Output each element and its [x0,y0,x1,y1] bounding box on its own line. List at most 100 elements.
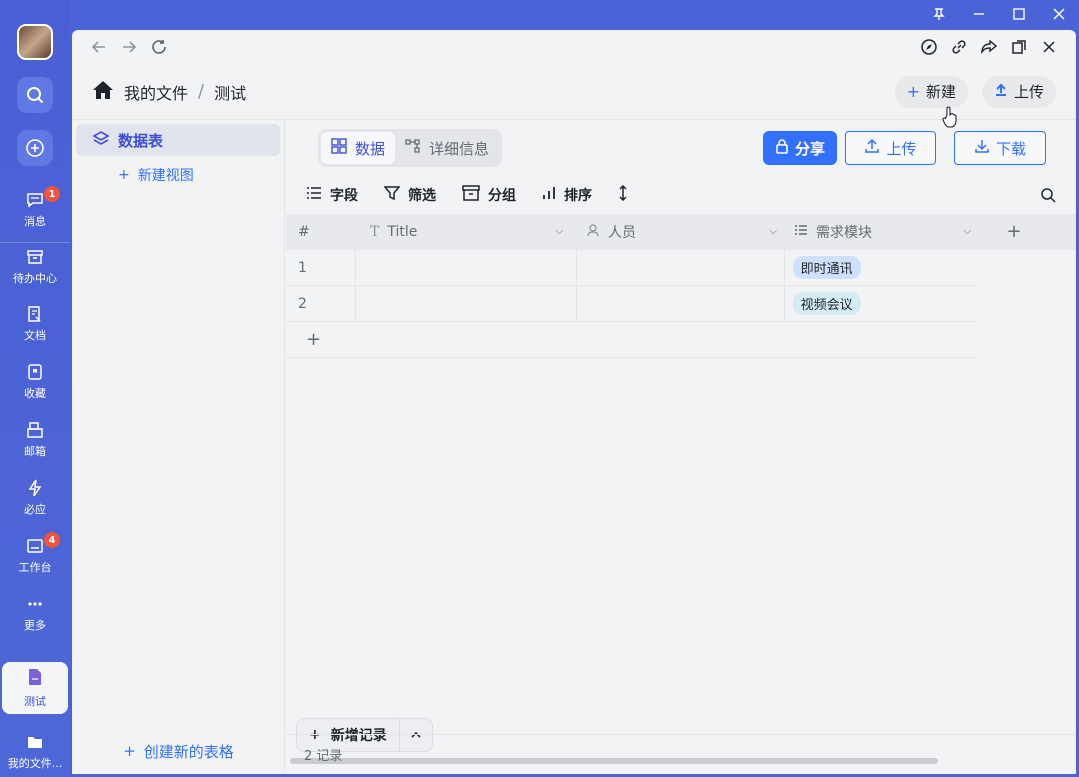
share-arrow-icon[interactable] [974,32,1004,62]
status-footer: 2 记录 [286,734,1076,774]
rail-item-active-file[interactable]: 测试 [2,662,68,714]
layers-icon [92,130,110,150]
chevron-down-icon[interactable]: ⌵ [769,226,777,237]
rail-label: 待办中心 [13,271,57,285]
new-button[interactable]: + 新建 [894,75,968,108]
refresh-icon[interactable] [144,32,174,62]
group-label: 分组 [488,188,516,204]
chevron-down-icon[interactable]: ⌵ [555,226,563,237]
tab-data[interactable]: 数据 [321,132,396,164]
upload-icon [994,83,1008,101]
search-icon[interactable] [17,77,53,113]
plus-icon: + [906,82,920,101]
fields-button[interactable]: 字段 [306,185,358,205]
cell-title[interactable] [356,250,578,285]
rail-label: 工作台 [18,560,52,574]
page-header: 我的文件 / 测试 + 新建 上传 [72,64,1076,120]
grid-toolbar: 字段 筛选 分组 排序 [286,176,1076,214]
add-circle-icon[interactable] [17,130,53,166]
new-view-link[interactable]: + 新建视图 [72,160,284,190]
rail-item-more[interactable]: 更多 [0,588,70,638]
rail-item-messages[interactable]: 消息 1 [0,184,70,234]
bookmark-icon [25,362,45,382]
lock-icon [775,138,789,158]
cell-module[interactable]: 即时通讯 [785,250,978,285]
minimize-icon[interactable] [959,0,999,28]
rail-label: 消息 [24,214,46,228]
rail-item-todo[interactable]: 待办中心 [0,241,70,291]
nav-bar [72,30,1076,64]
multi-select-icon [794,224,808,240]
breadcrumb-current: 测试 [214,83,247,103]
pin-icon[interactable] [919,0,959,28]
download-button[interactable]: 下载 [954,131,1046,165]
row-index: 2 [286,286,356,321]
header-person[interactable]: 人员 ⌵ [578,214,786,249]
back-arrow-icon[interactable] [84,32,114,62]
rail-label: 收藏 [24,386,46,400]
header-module[interactable]: 需求模块 ⌵ [786,214,980,249]
cell-person[interactable] [577,250,785,285]
group-button[interactable]: 分组 [462,185,516,205]
breadcrumb-my-files[interactable]: 我的文件 [124,80,188,104]
sidebar-item-datatable[interactable]: 数据表 [76,124,280,156]
cell-person[interactable] [577,286,785,321]
home-icon[interactable] [92,80,114,104]
maximize-icon[interactable] [999,0,1039,28]
record-count: 2 记录 [304,749,343,764]
filter-button[interactable]: 筛选 [383,185,436,205]
rail-item-workbench[interactable]: 工作台 4 [0,530,70,580]
filter-icon [383,185,401,205]
view-tabs: 数据 详细信息 [318,129,503,167]
rail-item-bing[interactable]: 必应 [0,472,70,522]
rail-item-docs[interactable]: 文档 [0,298,70,348]
close-window-icon[interactable] [1039,0,1079,28]
fields-label: 字段 [330,188,358,204]
header-label: 需求模块 [816,224,872,241]
list-icon [306,186,322,204]
link-icon[interactable] [944,32,974,62]
data-grid: # T Title ⌵ 人员 ⌵ 需求模块 ⌵ + 1 即时通讯 2 视频会议 … [286,214,1076,358]
table-row[interactable]: 1 即时通讯 [286,250,978,286]
rail-label: 邮箱 [24,444,46,458]
add-column-button[interactable]: + [980,214,1048,249]
window-controls [919,0,1079,28]
tab-label: 详细信息 [429,139,490,158]
rail-item-my-files[interactable]: 我的文件... [0,726,70,776]
rail-item-favorites[interactable]: 收藏 [0,356,70,406]
grid-icon [331,138,347,158]
cell-title[interactable] [356,286,578,321]
lightning-icon [25,478,45,498]
share-button[interactable]: 分享 [762,131,837,165]
sort-label: 排序 [564,188,592,204]
download-icon [974,138,990,158]
rail-label: 我的文件... [7,756,63,770]
forward-arrow-icon[interactable] [114,32,144,62]
upload-header-button[interactable]: 上传 [981,75,1056,108]
close-icon[interactable] [1034,32,1064,62]
add-row-button[interactable]: + [286,322,978,358]
row-height-button[interactable] [618,184,628,205]
chevron-down-icon[interactable]: ⌵ [963,226,971,237]
new-button-label: 新建 [925,83,956,101]
nodes-icon [405,138,421,158]
tab-details[interactable]: 详细信息 [395,132,499,164]
compass-icon[interactable] [914,32,944,62]
sort-button[interactable]: 排序 [542,185,592,205]
cell-module[interactable]: 视频会议 [785,286,978,321]
upload-button[interactable]: 上传 [845,131,936,165]
avatar[interactable] [17,24,53,60]
open-external-icon[interactable] [1004,32,1034,62]
message-icon [25,190,45,210]
rail-item-mail[interactable]: 邮箱 [0,414,70,464]
header-title[interactable]: T Title ⌵ [356,214,578,249]
filter-label: 筛选 [408,188,436,204]
more-dots-icon [25,594,45,614]
workbench-icon [25,536,45,556]
main-content: 数据 详细信息 分享 上传 下载 字段 筛选 分组 排序 # T Title ⌵… [286,120,1076,774]
create-table-link[interactable]: + 创建新的表格 [72,736,285,766]
grid-search-icon[interactable] [1040,187,1056,203]
create-table-label: 创建新的表格 [143,742,234,761]
table-row[interactable]: 2 视频会议 [286,286,978,322]
upload-button-label: 上传 [1013,83,1044,101]
